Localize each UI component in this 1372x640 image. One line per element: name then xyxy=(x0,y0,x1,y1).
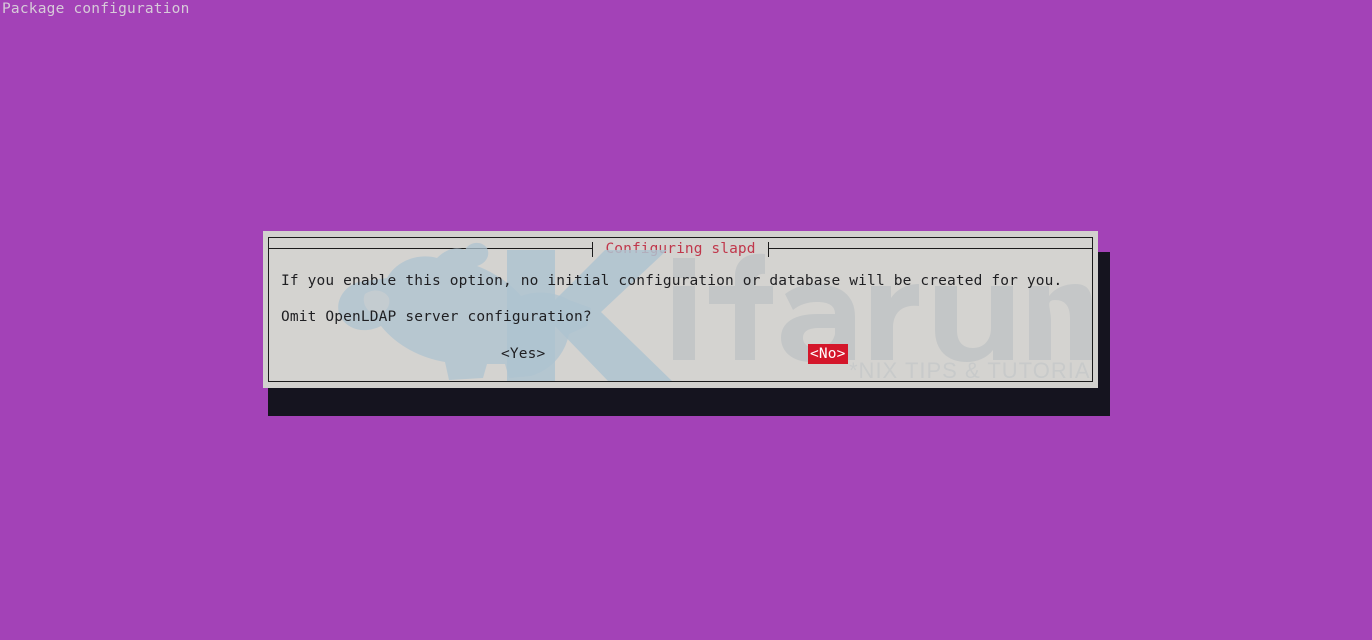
dialog-question-text: Omit OpenLDAP server configuration? xyxy=(281,309,592,325)
dialog-frame: *NIX TIPS & TUTORIALS Configuring slapd … xyxy=(268,237,1093,382)
yes-button[interactable]: <Yes> xyxy=(499,344,547,364)
titlebar-rule-left xyxy=(269,238,594,260)
no-button[interactable]: <No> xyxy=(808,344,848,364)
dialog-title: Configuring slapd xyxy=(605,241,756,257)
titlebar-rule-right xyxy=(767,238,1092,260)
screen-heading: Package configuration xyxy=(2,1,190,17)
dialog-description-text: If you enable this option, no initial co… xyxy=(281,273,1063,289)
dialog-body: If you enable this option, no initial co… xyxy=(269,260,1092,381)
dialog-titlebar: Configuring slapd xyxy=(269,238,1092,260)
dialog-button-row: <Yes> <No> xyxy=(269,344,1092,364)
configuring-slapd-dialog: *NIX TIPS & TUTORIALS Configuring slapd … xyxy=(263,231,1098,388)
